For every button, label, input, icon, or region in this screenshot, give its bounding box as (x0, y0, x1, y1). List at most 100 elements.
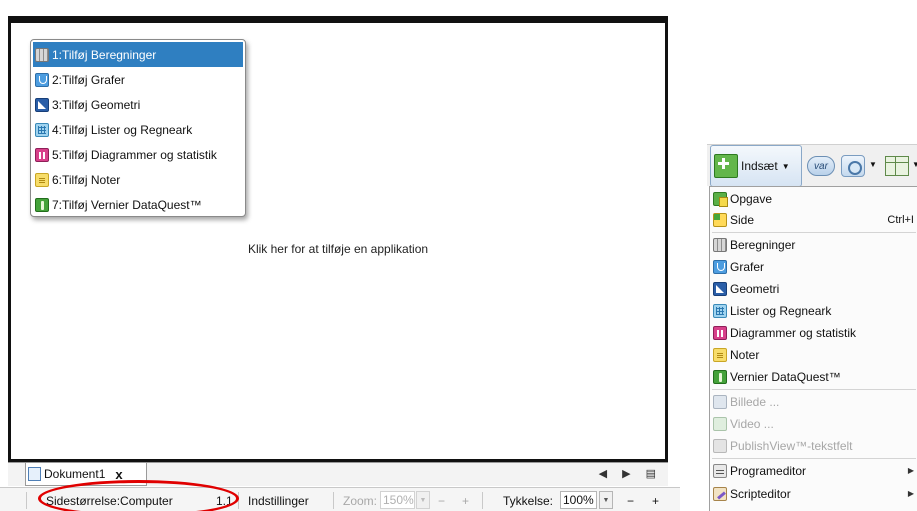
menu-item-calculator[interactable]: Beregninger (710, 234, 917, 255)
tab-navigation[interactable]: ◀ ▶ ▤ (599, 467, 662, 480)
menu-item-publishview-textbox[interactable]: PublishView™-tekstfelt (710, 435, 917, 456)
menu-item-image[interactable]: Billede ... (710, 391, 917, 412)
menu-item-program-editor[interactable]: Programeditor ▶ (710, 460, 917, 481)
zoom-dropdown[interactable]: ▼ (416, 491, 430, 509)
lists-spreadsheet-icon (713, 303, 727, 318)
insert-label: Indsæt (741, 159, 778, 173)
page-icon (713, 212, 727, 227)
popup-item-label: 6:Tilføj Noter (52, 172, 121, 187)
menu-item-label: Diagrammer og statistik (730, 325, 857, 340)
popup-item-label: 7:Tilføj Vernier DataQuest™ (52, 197, 202, 212)
menu-item-geometry[interactable]: Geometri (710, 278, 917, 299)
popup-item-label: 4:Tilføj Lister og Regneark (52, 122, 193, 137)
popup-item-graphs[interactable]: 2:Tilføj Grafer (33, 67, 243, 92)
menu-item-label: Scripteditor (730, 486, 791, 501)
shortcut-label: Ctrl+I (887, 213, 914, 226)
settings-button[interactable]: Indstillinger (248, 494, 309, 508)
lists-spreadsheet-icon (35, 122, 49, 137)
insert-button[interactable]: Indsæt ▼ (710, 145, 802, 187)
data-statistics-icon (35, 147, 49, 162)
popup-item-notes[interactable]: 6:Tilføj Noter (33, 167, 243, 192)
chevron-down-icon: ▼ (602, 496, 610, 504)
vernier-icon (713, 369, 727, 384)
zoom-label: Zoom: (343, 494, 378, 508)
notes-icon (713, 347, 727, 362)
thickness-increase-button[interactable]: + (652, 494, 659, 508)
script-editor-icon (713, 486, 727, 501)
popup-item-label: 1:Tilføj Beregninger (52, 47, 157, 62)
menu-separator (712, 458, 916, 459)
highlight-ellipse (38, 480, 239, 511)
geometry-icon (35, 97, 49, 112)
notes-icon (35, 172, 49, 187)
popup-item-label: 5:Tilføj Diagrammer og statistik (52, 147, 217, 162)
document-icon (28, 467, 41, 481)
menu-item-label: Billede ... (730, 394, 780, 409)
graphs-icon (35, 72, 49, 87)
menu-item-graphs[interactable]: Grafer (710, 256, 917, 277)
insert-plus-icon (714, 154, 738, 178)
zoom-field[interactable]: 150% (380, 491, 415, 509)
menu-item-notes[interactable]: Noter (710, 344, 917, 365)
data-statistics-icon (713, 325, 727, 340)
add-application-hint[interactable]: Klik her for at tilføje en applikation (11, 242, 665, 256)
add-application-popup: 1:Tilføj Beregninger 2:Tilføj Grafer 3:T… (30, 39, 246, 217)
divider (482, 492, 483, 509)
menu-item-lists-spreadsheet[interactable]: Lister og Regneark (710, 300, 917, 321)
zoom-out-button[interactable]: − (438, 494, 445, 508)
menu-separator (712, 389, 916, 390)
menu-item-label: Side (730, 212, 755, 227)
graphs-icon (713, 259, 727, 274)
chevron-down-icon[interactable]: ▼ (912, 160, 917, 169)
menu-item-label: Video ... (730, 416, 774, 431)
menu-separator (712, 232, 916, 233)
camera-icon[interactable] (841, 155, 865, 177)
insert-menu: Opgave Side Ctrl+I Beregninger Grafer Ge… (709, 186, 917, 511)
popup-item-geometry[interactable]: 3:Tilføj Geometri (33, 92, 243, 117)
thickness-dropdown[interactable]: ▼ (599, 491, 613, 509)
calculator-icon (713, 237, 727, 252)
variables-button[interactable]: var (807, 156, 835, 176)
vernier-icon (35, 197, 49, 212)
zoom-in-button[interactable]: + (462, 494, 469, 508)
problem-icon (713, 191, 728, 207)
menu-item-video[interactable]: Video ... (710, 413, 917, 434)
thickness-label: Tykkelse: (503, 494, 554, 508)
thickness-field[interactable]: 100% (560, 491, 597, 509)
chevron-right-icon: ▶ (907, 489, 914, 498)
document-tab-label: Dokument1 (44, 467, 106, 481)
popup-item-label: 2:Tilføj Grafer (52, 72, 125, 87)
thickness-decrease-button[interactable]: − (627, 494, 634, 508)
menu-item-label: Beregninger (730, 237, 796, 252)
popup-item-lists-spreadsheet[interactable]: 4:Tilføj Lister og Regneark (33, 117, 243, 142)
popup-item-calculator[interactable]: 1:Tilføj Beregninger (33, 42, 243, 67)
video-icon (713, 416, 727, 431)
calculator-icon (35, 47, 49, 62)
chevron-down-icon: ▼ (419, 496, 427, 504)
menu-item-label: Noter (730, 347, 760, 362)
menu-item-vernier[interactable]: Vernier DataQuest™ (710, 366, 917, 387)
program-editor-icon (713, 463, 727, 478)
image-icon (713, 394, 727, 409)
menu-item-label: PublishView™-tekstfelt (730, 438, 853, 453)
menu-item-label: Grafer (730, 259, 765, 274)
popup-item-vernier[interactable]: 7:Tilføj Vernier DataQuest™ (33, 192, 243, 217)
geometry-icon (713, 281, 727, 296)
toolbar: Indsæt ▼ var ▼ ▼ (707, 144, 917, 187)
menu-item-label: Geometri (730, 281, 780, 296)
divider (333, 492, 334, 509)
divider (26, 492, 27, 509)
popup-item-label: 3:Tilføj Geometri (52, 97, 141, 112)
menu-item-label: Opgave (730, 191, 773, 206)
popup-item-data-statistics[interactable]: 5:Tilføj Diagrammer og statistik (33, 142, 243, 167)
menu-item-problem[interactable]: Opgave (710, 188, 917, 209)
menu-item-page[interactable]: Side Ctrl+I (710, 209, 917, 230)
menu-item-script-editor[interactable]: Scripteditor ▶ (710, 483, 917, 504)
chevron-right-icon: ▶ (907, 466, 914, 475)
layout-grid-icon[interactable] (885, 156, 909, 176)
menu-item-label: Vernier DataQuest™ (730, 369, 841, 384)
chevron-down-icon[interactable]: ▼ (869, 160, 877, 169)
menu-item-label: Programeditor (730, 463, 807, 478)
menu-item-label: Lister og Regneark (730, 303, 832, 318)
menu-item-data-statistics[interactable]: Diagrammer og statistik (710, 322, 917, 343)
